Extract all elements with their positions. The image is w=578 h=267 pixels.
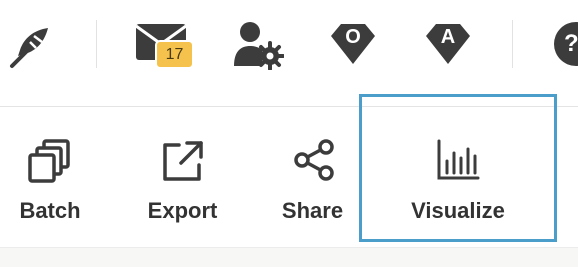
top-icon-bar: 17 O A ? (0, 0, 578, 106)
batch-button[interactable]: Batch (10, 107, 90, 247)
batch-icon (28, 139, 70, 183)
share-label: Share (281, 198, 344, 223)
help-letter: ? (564, 30, 578, 57)
batch-label: Batch (19, 198, 81, 223)
feather-icon[interactable] (8, 22, 56, 70)
user-settings-icon[interactable] (232, 20, 284, 70)
content-area (0, 247, 578, 267)
export-icon (163, 141, 203, 181)
divider (96, 20, 97, 68)
shield-letter: A (440, 26, 456, 48)
divider (512, 20, 513, 68)
shield-letter: O (345, 26, 361, 48)
visualize-label: Visualize (411, 198, 505, 223)
export-button[interactable]: Export (135, 107, 230, 247)
visualize-button[interactable]: Visualize (362, 107, 554, 247)
share-button[interactable]: Share (270, 107, 355, 247)
share-icon (294, 139, 334, 181)
unread-count-badge: 17 (155, 40, 194, 69)
export-label: Export (147, 198, 218, 223)
bar-chart-icon (437, 139, 480, 180)
